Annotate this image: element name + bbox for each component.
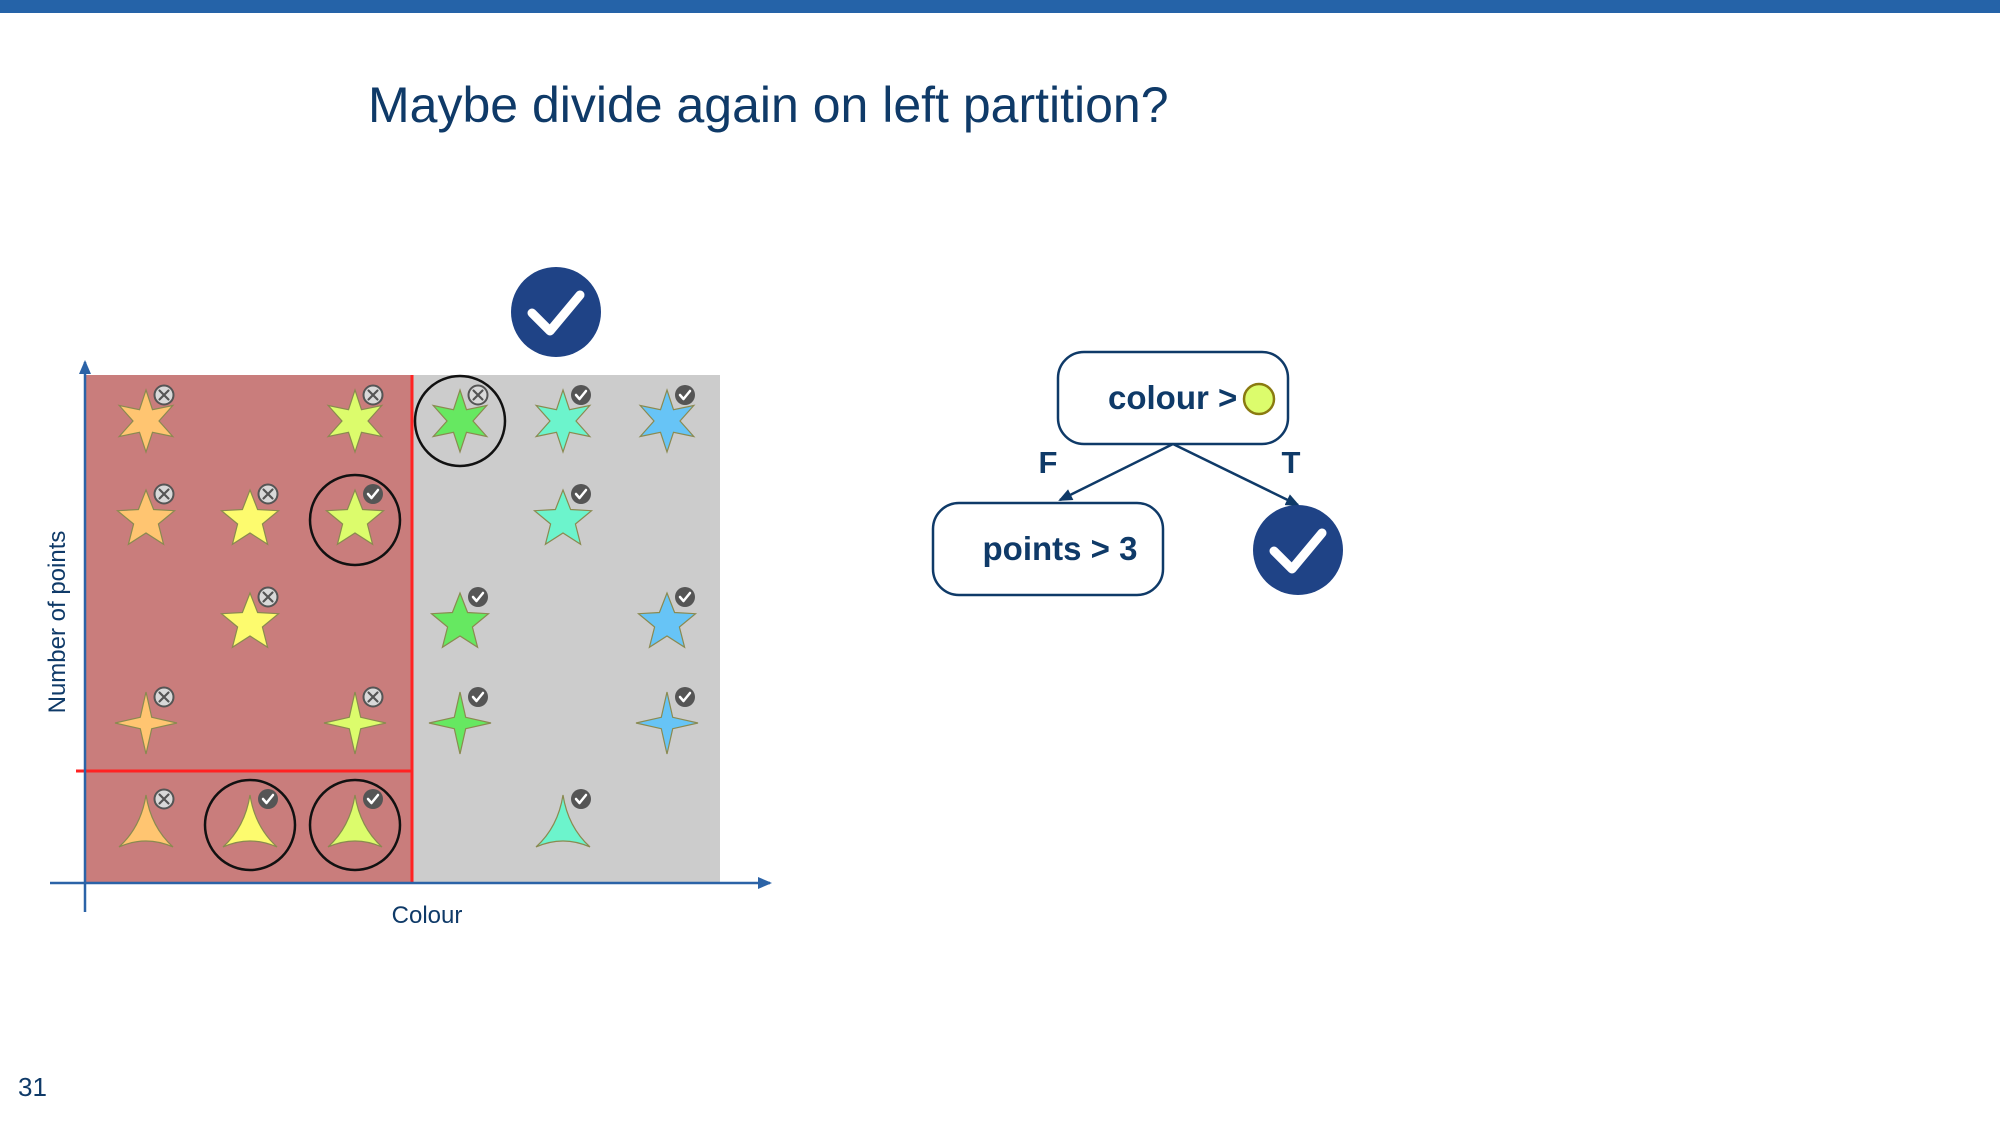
check-badge-icon [675,587,695,607]
true-branch-edge [1172,442,1300,507]
check-badge-icon [571,484,591,504]
check-badge-icon [571,789,591,809]
cross-badge-icon [257,483,279,505]
check-badge-icon [675,687,695,707]
check-badge-icon [468,587,488,607]
check-badge-icon [363,484,383,504]
slide-canvas: Colour Number of points colour > F T poi… [44,267,1343,929]
left-child-label: points > 3 [983,530,1138,567]
check-badge-icon [571,385,591,405]
cross-badge-icon [467,384,489,406]
y-axis-label: Number of points [44,531,71,714]
cross-badge-icon [153,384,175,406]
partition-plot: Colour Number of points [44,360,772,929]
colour-threshold-swatch [1242,382,1276,416]
cross-badge-icon [153,483,175,505]
check-badge-icon [468,687,488,707]
cross-badge-icon [362,384,384,406]
cross-badge-icon [257,586,279,608]
root-node-label: colour > [1108,379,1237,416]
false-branch-edge [1058,442,1174,502]
check-badge-icon [675,385,695,405]
cross-badge-icon [362,686,384,708]
check-circle-icon [511,267,601,357]
cross-badge-icon [153,788,175,810]
true-branch-label: T [1282,445,1301,480]
x-axis-label: Colour [392,902,463,929]
cross-badge-icon [153,686,175,708]
check-badge-icon [363,789,383,809]
decision-tree: colour > F T points > 3 [931,350,1343,597]
false-branch-label: F [1039,445,1058,480]
check-badge-icon [258,789,278,809]
true-leaf-check-icon [1253,505,1343,595]
